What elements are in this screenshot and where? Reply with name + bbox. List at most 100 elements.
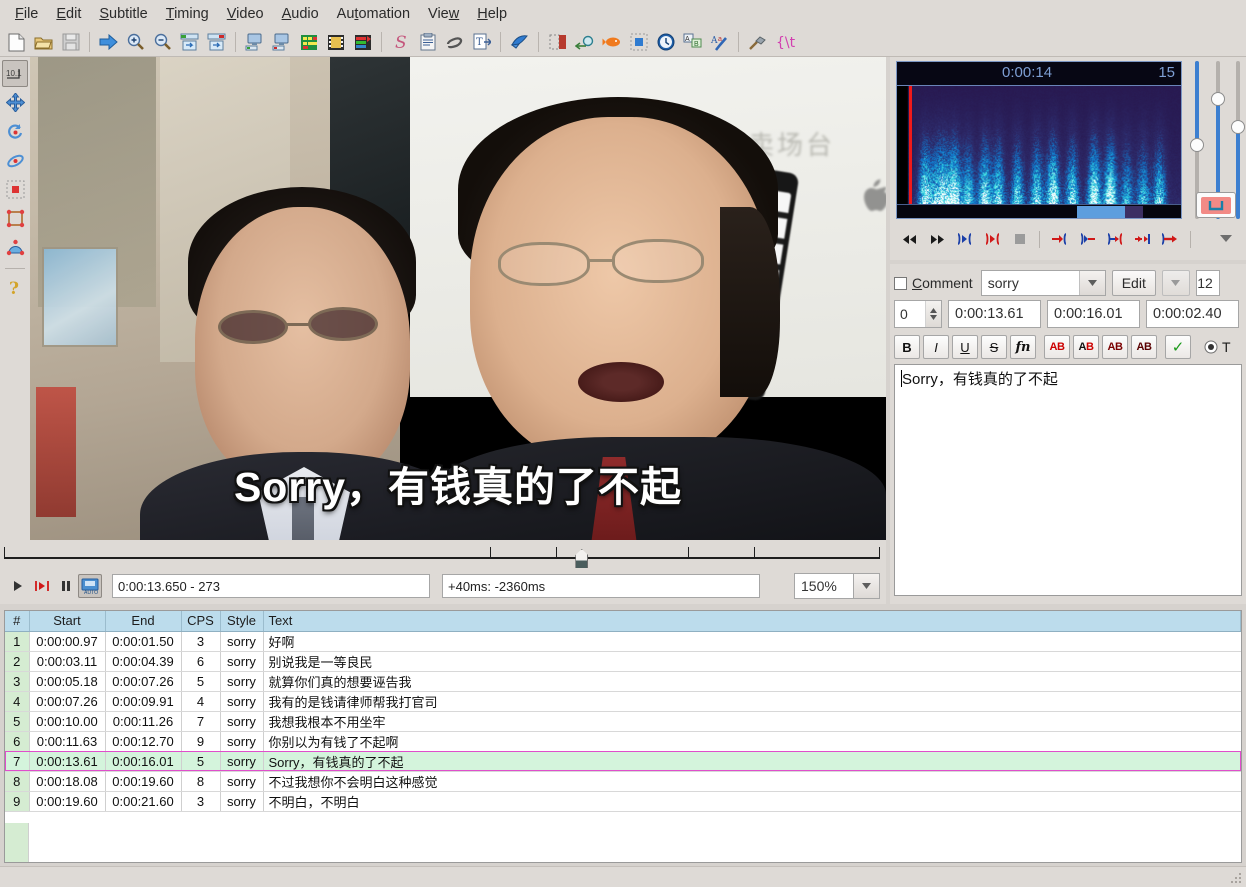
table-row[interactable]: 1 0:00:00.97 0:00:01.50 3 sorry 好啊 [5,631,1241,652]
chevron-down-icon[interactable] [1078,271,1105,295]
scale-tool[interactable] [2,176,28,203]
end-time-field[interactable]: 0:00:16.01 [1047,300,1140,328]
style-value[interactable]: sorry [982,271,1079,295]
open-video-icon[interactable] [323,30,348,55]
menu-view[interactable]: View [419,3,468,25]
slider-thumb[interactable] [1211,92,1225,106]
video-display[interactable]: 高清卖场台 Sorry，有钱真的了不起 [30,57,886,540]
new-document-icon[interactable] [4,30,29,55]
seek-thumb[interactable] [575,549,589,570]
column-header-index[interactable]: # [5,611,30,632]
options-menu-icon[interactable] [1216,228,1235,250]
play-selection-icon[interactable] [955,228,974,250]
jump-to-icon[interactable] [96,30,121,55]
menu-audio[interactable]: Audio [273,3,328,25]
zoom-in-icon[interactable] [123,30,148,55]
table-row[interactable]: 7 0:00:13.61 0:00:16.01 5 sorry Sorry，有钱真的了不起 [5,751,1241,772]
video-zoom-value[interactable]: 150% [795,574,853,598]
duration-field[interactable]: 0:00:02.40 [1146,300,1239,328]
audio-scrollbar-thumb[interactable] [1077,206,1125,218]
time-mode-group[interactable]: T [1204,339,1231,355]
menu-help[interactable]: Help [468,3,516,25]
kanji-timer-icon[interactable] [626,30,651,55]
play-after-selection-icon[interactable] [927,228,946,250]
rotate-z-tool[interactable] [2,118,28,145]
clip-tool[interactable] [2,205,28,232]
stop-icon[interactable] [1010,228,1029,250]
video-position-field[interactable]: 0:00:13.650 - 273 [112,574,430,598]
subtitle-text-editor[interactable]: Sorry，有钱真的了不起 [894,364,1242,596]
table-row[interactable]: 6 0:00:11.63 0:00:12.70 9 sorry 你别以为有钱了不起啊 [5,731,1241,752]
resample-icon[interactable] [507,30,532,55]
italic-button[interactable]: I [923,335,949,359]
layer-value[interactable]: 0 [895,301,925,327]
menu-timing[interactable]: Timing [157,3,218,25]
video-offset-field[interactable]: +40ms: -2360ms [442,574,760,598]
goto-next-icon[interactable] [1133,228,1152,250]
timing-icon[interactable] [653,30,678,55]
table-row[interactable]: 5 0:00:10.00 0:00:11.26 7 sorry 我想我根本不用坐牢 [5,711,1241,732]
table-row[interactable]: 3 0:00:05.18 0:00:07.26 5 sorry 就算你们真的想要诬告我 [5,671,1241,692]
table-row[interactable]: 9 0:00:19.60 0:00:21.60 3 sorry 不明白，不明白 [5,791,1241,812]
strikeout-button[interactable]: S [981,335,1007,359]
play-to-end-icon[interactable] [982,228,1001,250]
select-lines-icon[interactable] [545,30,570,55]
save-disk-icon[interactable] [58,30,83,55]
styles-manager-icon[interactable]: S [388,30,413,55]
styling-assistant-icon[interactable]: Aa [707,30,732,55]
radio-selected-icon[interactable] [1204,340,1218,354]
help-tool[interactable]: ? [2,274,28,301]
audio-spectrogram[interactable]: 0:00:14 15 [896,61,1182,219]
table-row[interactable]: 2 0:00:03.11 0:00:04.39 6 sorry 别说我是一等良民 [5,651,1241,672]
menu-video[interactable]: Video [218,3,273,25]
column-header-end[interactable]: End [105,611,182,632]
shift-start-icon[interactable] [177,30,202,55]
menu-subtitle[interactable]: Subtitle [90,3,156,25]
detach-video-icon[interactable] [269,30,294,55]
style-combo[interactable]: sorry [980,270,1106,296]
vector-clip-tool[interactable] [2,234,28,261]
drag-tool[interactable] [2,89,28,116]
column-header-start[interactable]: Start [29,611,106,632]
resize-grip-icon[interactable] [1229,871,1243,885]
attachments-icon[interactable] [442,30,467,55]
video-zoom-combo[interactable]: 150% [794,573,880,599]
play-line-icon[interactable] [30,574,54,598]
shift-times-icon[interactable] [572,30,597,55]
auto-scroll-icon[interactable]: AUTO [78,574,102,598]
slider-thumb[interactable] [1190,138,1204,152]
shift-end-icon[interactable] [204,30,229,55]
rotate-xy-tool[interactable] [2,147,28,174]
table-row[interactable]: 8 0:00:18.08 0:00:19.60 8 sorry 不过我想你不会明白这种感觉 [5,771,1241,792]
spectrogram-canvas[interactable] [897,86,1181,204]
edit-style-button[interactable]: Edit [1111,270,1156,296]
pause-icon[interactable] [54,574,78,598]
audio-scrollbar[interactable] [897,204,1181,218]
karaoke-icon[interactable]: {\t} [772,30,797,55]
commit-end-icon[interactable] [1078,228,1097,250]
commit-button[interactable]: ✓ [1165,335,1191,359]
standard-tool[interactable]: 10.1 [2,60,28,87]
subtitle-grid[interactable]: # Start End CPS Style Text 1 0:00:00.97 0:… [4,610,1242,863]
commit-start-icon[interactable] [1050,228,1069,250]
table-row[interactable]: 4 0:00:07.26 0:00:09.91 4 sorry 我有的是钱请律师帮我打官司 [5,691,1241,712]
menu-edit[interactable]: Edit [47,3,90,25]
outline-color-button[interactable]: AB [1102,335,1128,359]
shadow-color-button[interactable]: AB [1131,335,1157,359]
timing-postprocessor-icon[interactable] [599,30,624,55]
column-header-text[interactable]: Text [263,611,1241,632]
goto-prev-icon[interactable] [1105,228,1124,250]
font-button[interactable]: fn [1010,335,1036,359]
underline-button[interactable]: U [952,335,978,359]
menu-automation[interactable]: Automation [328,3,419,25]
effect-field[interactable]: 12 [1195,270,1220,296]
chevron-down-icon[interactable] [853,574,879,598]
slider-thumb[interactable] [1231,120,1245,134]
secondary-color-button[interactable]: AB [1073,335,1099,359]
open-timecodes-icon[interactable] [350,30,375,55]
zoom-out-icon[interactable] [150,30,175,55]
translation-assistant-icon[interactable]: AB [680,30,705,55]
column-header-style[interactable]: Style [220,611,264,632]
column-header-cps[interactable]: CPS [181,611,221,632]
menu-file[interactable]: File [6,3,47,25]
